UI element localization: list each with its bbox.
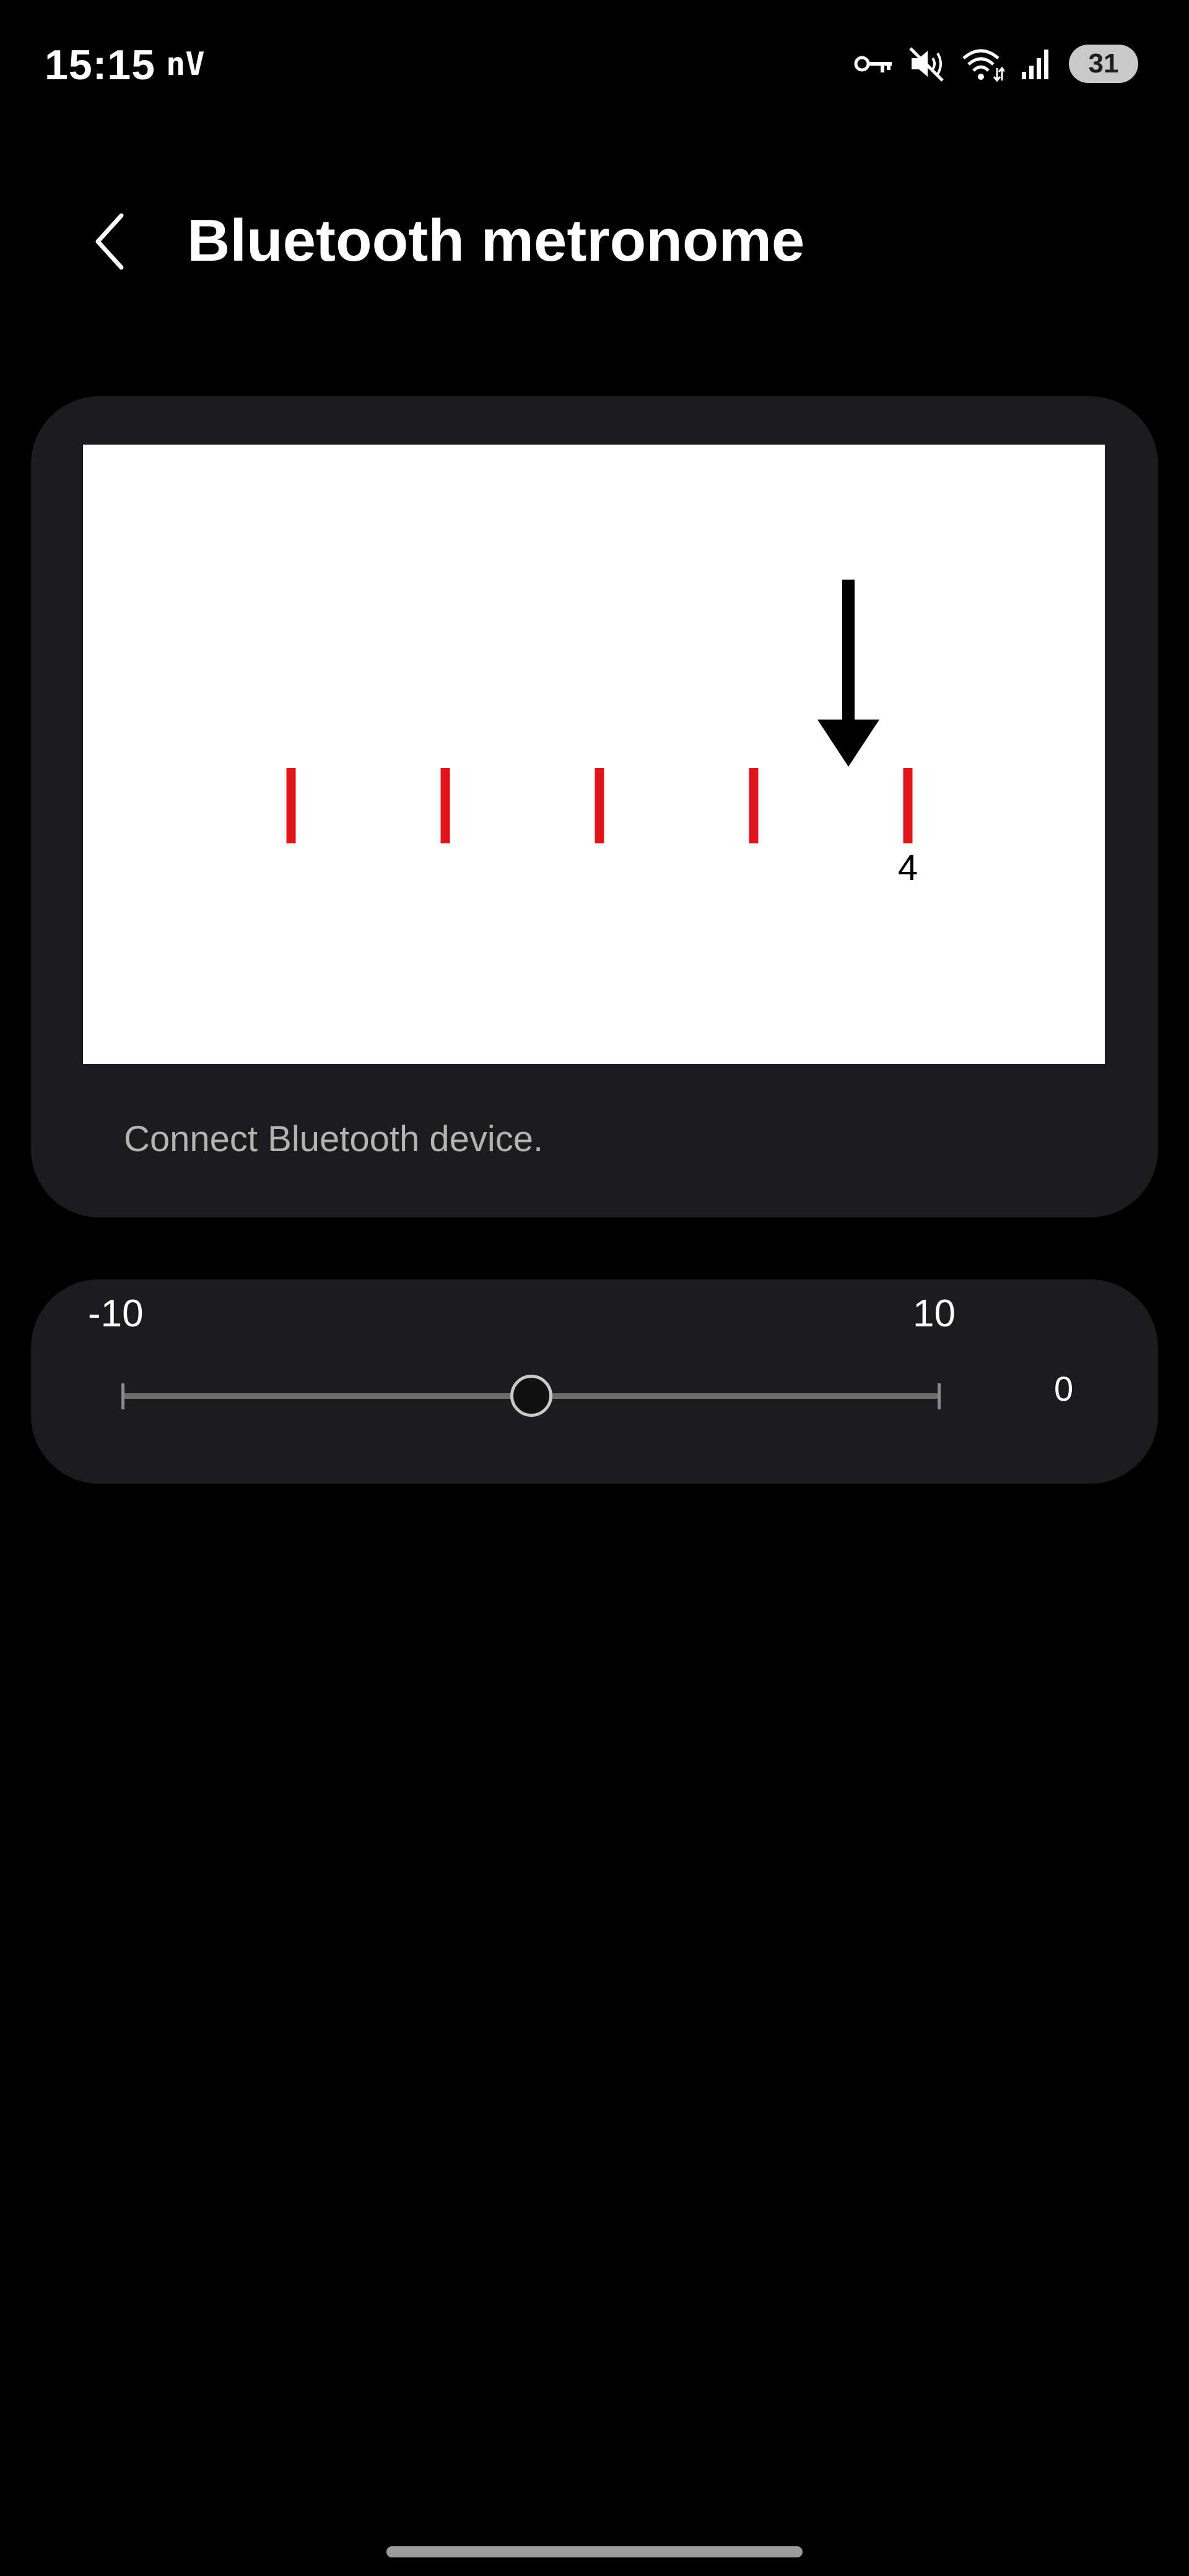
chevron-left-icon xyxy=(95,213,124,270)
carrier-indicator: nV xyxy=(166,46,205,83)
slider-thumb[interactable] xyxy=(510,1375,552,1417)
status-icons: 31 xyxy=(853,38,1138,89)
slider-value: 0 xyxy=(1054,1369,1074,1408)
connect-device-text: Connect Bluetooth device. xyxy=(124,1119,544,1159)
slider-max-tick xyxy=(938,1383,941,1409)
battery-indicator: 31 xyxy=(1069,45,1138,83)
status-time: 15:15 xyxy=(45,41,155,89)
mute-icon xyxy=(909,46,945,82)
back-button[interactable] xyxy=(73,204,147,279)
wifi-icon xyxy=(961,46,1004,82)
beat-tick xyxy=(749,768,759,843)
slider-min-tick xyxy=(121,1383,124,1409)
vpn-key-icon xyxy=(853,51,893,76)
gesture-bar[interactable] xyxy=(386,2546,803,2557)
signal-icon xyxy=(1021,47,1053,80)
page-title: Bluetooth metronome xyxy=(187,207,805,274)
slider-max-label: 10 xyxy=(913,1292,956,1335)
metronome-visualizer: 4 xyxy=(83,445,1105,1064)
beat-tick xyxy=(440,768,450,843)
beat-tick xyxy=(903,768,913,843)
metronome-card: 4 Connect Bluetooth device. xyxy=(31,396,1158,1217)
offset-slider[interactable] xyxy=(118,1371,966,1421)
beat-arrow-icon xyxy=(817,580,879,767)
slider-min-label: -10 xyxy=(88,1292,144,1335)
beat-tick xyxy=(594,768,604,843)
offset-slider-card: -10 10 0 xyxy=(31,1279,1158,1484)
beat-tick xyxy=(286,768,296,843)
beat-number: 4 xyxy=(898,848,918,888)
app-header: Bluetooth metronome xyxy=(0,186,1189,297)
status-bar: 15:15 nV 31 xyxy=(0,0,1189,130)
